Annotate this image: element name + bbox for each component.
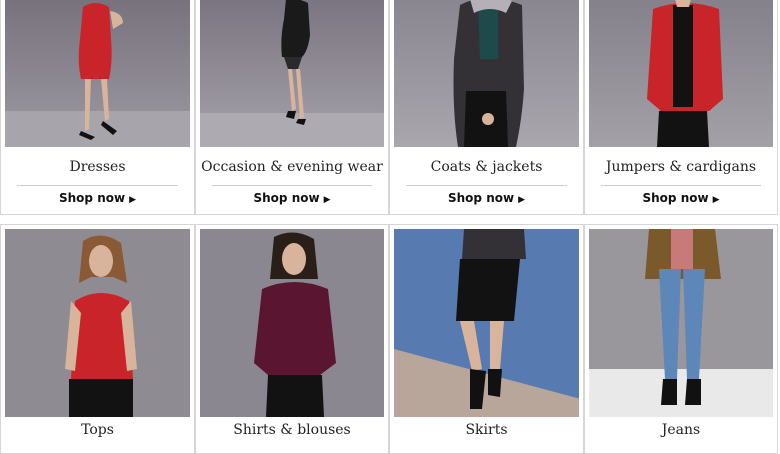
shop-now-label[interactable]: Shop now [59, 191, 125, 205]
category-label[interactable]: Tops [1, 422, 194, 438]
shirts-photo[interactable] [200, 229, 384, 417]
jeans-photo[interactable] [589, 229, 773, 417]
category-tile-tops[interactable]: Tops [0, 224, 195, 454]
shop-now-link[interactable]: Shop now ▶ [390, 191, 583, 205]
divider [406, 185, 567, 186]
chevron-right-icon: ▶ [712, 195, 720, 205]
category-tile-shirts-blouses[interactable]: Shirts & blouses [195, 224, 389, 454]
tops-photo[interactable] [5, 229, 190, 417]
divider [17, 185, 178, 186]
shop-now-label[interactable]: Shop now [448, 191, 514, 205]
shop-now-label[interactable]: Shop now [254, 191, 320, 205]
category-label[interactable]: Dresses [1, 159, 194, 175]
shop-now-label[interactable]: Shop now [643, 191, 709, 205]
category-tile-occasion-evening-wear[interactable]: Occasion & evening wear Shop now ▶ [195, 0, 389, 215]
occasion-photo[interactable] [200, 0, 384, 147]
dresses-photo[interactable] [5, 0, 190, 147]
category-label[interactable]: Skirts [390, 422, 583, 438]
category-tile-coats-jackets[interactable]: Coats & jackets Shop now ▶ [389, 0, 584, 215]
category-label[interactable]: Shirts & blouses [196, 422, 388, 438]
jumpers-photo[interactable] [589, 0, 773, 147]
chevron-right-icon: ▶ [323, 195, 331, 205]
shop-now-link[interactable]: Shop now ▶ [585, 191, 777, 205]
category-tile-skirts[interactable]: Skirts [389, 224, 584, 454]
divider [212, 185, 372, 186]
shop-now-link[interactable]: Shop now ▶ [196, 191, 388, 205]
category-tile-jumpers-cardigans[interactable]: Jumpers & cardigans Shop now ▶ [584, 0, 778, 215]
shop-now-link[interactable]: Shop now ▶ [1, 191, 194, 205]
category-label[interactable]: Coats & jackets [390, 159, 583, 175]
category-label[interactable]: Jumpers & cardigans [585, 159, 777, 175]
category-tile-dresses[interactable]: Dresses Shop now ▶ [0, 0, 195, 215]
skirts-photo[interactable] [394, 229, 579, 417]
coats-photo[interactable] [394, 0, 579, 147]
category-label[interactable]: Occasion & evening wear [196, 159, 388, 175]
category-tile-jeans[interactable]: Jeans [584, 224, 778, 454]
chevron-right-icon: ▶ [129, 195, 136, 205]
chevron-right-icon: ▶ [518, 195, 525, 205]
divider [601, 185, 761, 186]
category-label[interactable]: Jeans [585, 422, 777, 438]
